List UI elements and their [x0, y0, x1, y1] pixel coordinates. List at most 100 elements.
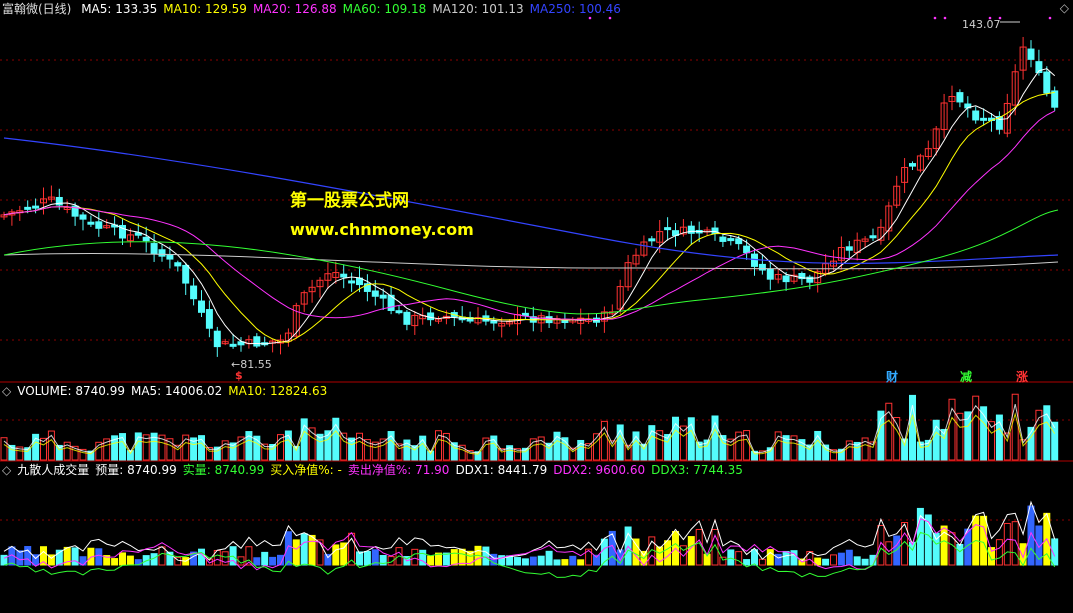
- main-header: 富翰微(日线) MA5: 133.35 MA10: 129.59 MA20: 126…: [2, 1, 633, 17]
- ddx-bar: [845, 549, 853, 566]
- candle: [174, 262, 182, 267]
- ddx-bar: [561, 559, 569, 566]
- candle: [229, 343, 237, 347]
- ddx-bar: [822, 558, 830, 566]
- marker-dot: [608, 16, 612, 20]
- ddx-bar: [253, 557, 261, 566]
- watermark-title: 第一股票公式网: [290, 191, 409, 211]
- candle: [490, 320, 498, 324]
- marker-dot: [588, 16, 592, 20]
- candle: [909, 163, 916, 167]
- ddx-bar: [482, 546, 490, 566]
- ddx-bar: [363, 550, 371, 566]
- ddx-bar: [830, 554, 837, 566]
- ddx-bar: [300, 533, 308, 566]
- ddx-indicator-4: 卖出净值%: 71.90: [347, 463, 450, 477]
- ma20-line: [3, 110, 1055, 321]
- candle: [648, 238, 656, 242]
- candle: [32, 205, 40, 209]
- ddx-bar: [24, 546, 32, 566]
- volume-indicator-2: MA10: 12824.63: [228, 384, 328, 398]
- candle: [751, 253, 758, 267]
- stock-chart-canvas[interactable]: [0, 0, 1073, 613]
- candle: [348, 280, 356, 284]
- ddx-bar: [119, 552, 126, 566]
- ddx-toggle-icon[interactable]: ◇: [2, 463, 11, 477]
- ma-indicator-4: MA120: 101.13: [432, 2, 524, 16]
- ddx-bar: [158, 546, 166, 566]
- volume-toggle-icon[interactable]: ◇: [2, 384, 11, 398]
- ddx-bar: [608, 530, 616, 566]
- volume-header: ◇ VOLUME: 8740.99 MA5: 14006.02 MA10: 12824…: [2, 383, 339, 399]
- ddx-bar: [956, 543, 964, 566]
- ddx-indicator-3: 买入净值%: -: [270, 463, 342, 477]
- ddx-bar: [743, 559, 751, 566]
- candle: [727, 238, 735, 242]
- ddx-bar: [687, 536, 695, 566]
- ma-indicator-3: MA60: 109.18: [342, 2, 427, 16]
- candle: [561, 320, 569, 324]
- ddx-indicator-list: 九散人成交量 预量: 8740.99 实量: 8740.99 买入净值%: - 卖出净值…: [17, 463, 749, 477]
- marker-dot: [1048, 16, 1052, 20]
- candle: [403, 311, 411, 325]
- ddx-indicator-2: 实量: 8740.99: [182, 463, 265, 477]
- candle: [95, 221, 103, 229]
- ddx-bar: [529, 556, 537, 566]
- ddx-bar: [198, 548, 205, 566]
- ma-indicator-5: MA250: 100.46: [529, 2, 621, 16]
- s-marker: $: [235, 369, 243, 382]
- ma60-line: [3, 209, 1059, 315]
- ma-indicator-2: MA20: 126.88: [252, 2, 337, 16]
- volume-indicator-1: MA5: 14006.02: [130, 384, 223, 398]
- volume-bar: [1051, 421, 1059, 461]
- ddx-bar: [577, 559, 585, 566]
- ddx-bar: [427, 555, 435, 566]
- stock-title: 富翰微(日线): [2, 2, 72, 16]
- ma-indicator-1: MA10: 129.59: [163, 2, 247, 16]
- ddx-indicator-6: DDX2: 9600.60: [553, 463, 646, 477]
- ddx-indicator-0: 九散人成交量: [17, 463, 90, 477]
- ddx-bar: [332, 544, 340, 566]
- ddx-bar: [782, 550, 790, 566]
- ddx-indicator-5: DDX1: 8441.79: [455, 463, 548, 477]
- candle: [150, 243, 158, 255]
- ma-indicator-list: MA5: 133.35 MA10: 129.59 MA20: 126.88 MA60:…: [81, 2, 627, 16]
- signal-zhang: 涨: [1016, 368, 1028, 385]
- ddx-bar: [269, 556, 277, 566]
- ddx-bar: [1003, 522, 1011, 566]
- candle: [166, 254, 174, 260]
- ddx-bar: [837, 552, 845, 566]
- candle: [253, 336, 261, 347]
- candle: [845, 246, 853, 251]
- ddx-bar: [632, 538, 640, 566]
- ddx-bar: [308, 534, 316, 566]
- candle: [205, 309, 213, 329]
- diamond-icon[interactable]: ◇: [1060, 1, 1069, 15]
- candle: [766, 269, 774, 280]
- candle: [427, 312, 435, 321]
- watermark-url: www.chnmoney.com: [290, 220, 474, 239]
- ddx-bar: [853, 556, 861, 566]
- candle: [711, 227, 719, 235]
- ddx-bar: [719, 556, 727, 566]
- ddx-bar: [537, 555, 545, 566]
- ddx-bar: [340, 542, 348, 566]
- candle: [719, 236, 727, 242]
- volume-indicator-0: VOLUME: 8740.99: [17, 384, 125, 398]
- candle: [24, 206, 32, 210]
- high-price-label: 143.07: [962, 18, 1001, 31]
- ddx-bar: [411, 548, 419, 566]
- candle: [213, 330, 221, 348]
- ddx-bar: [553, 559, 561, 566]
- low-price-value: 81.55: [240, 358, 272, 371]
- candle: [190, 285, 198, 300]
- ddx-bar: [545, 550, 553, 566]
- candle: [758, 263, 766, 271]
- ddx-bar: [861, 558, 869, 566]
- ddx-bar: [126, 555, 134, 566]
- ddx-bar: [600, 538, 608, 566]
- signal-cai-text: 财: [886, 370, 899, 384]
- ddx-bar: [0, 554, 8, 566]
- candle: [395, 310, 403, 314]
- ddx-bar: [292, 539, 300, 566]
